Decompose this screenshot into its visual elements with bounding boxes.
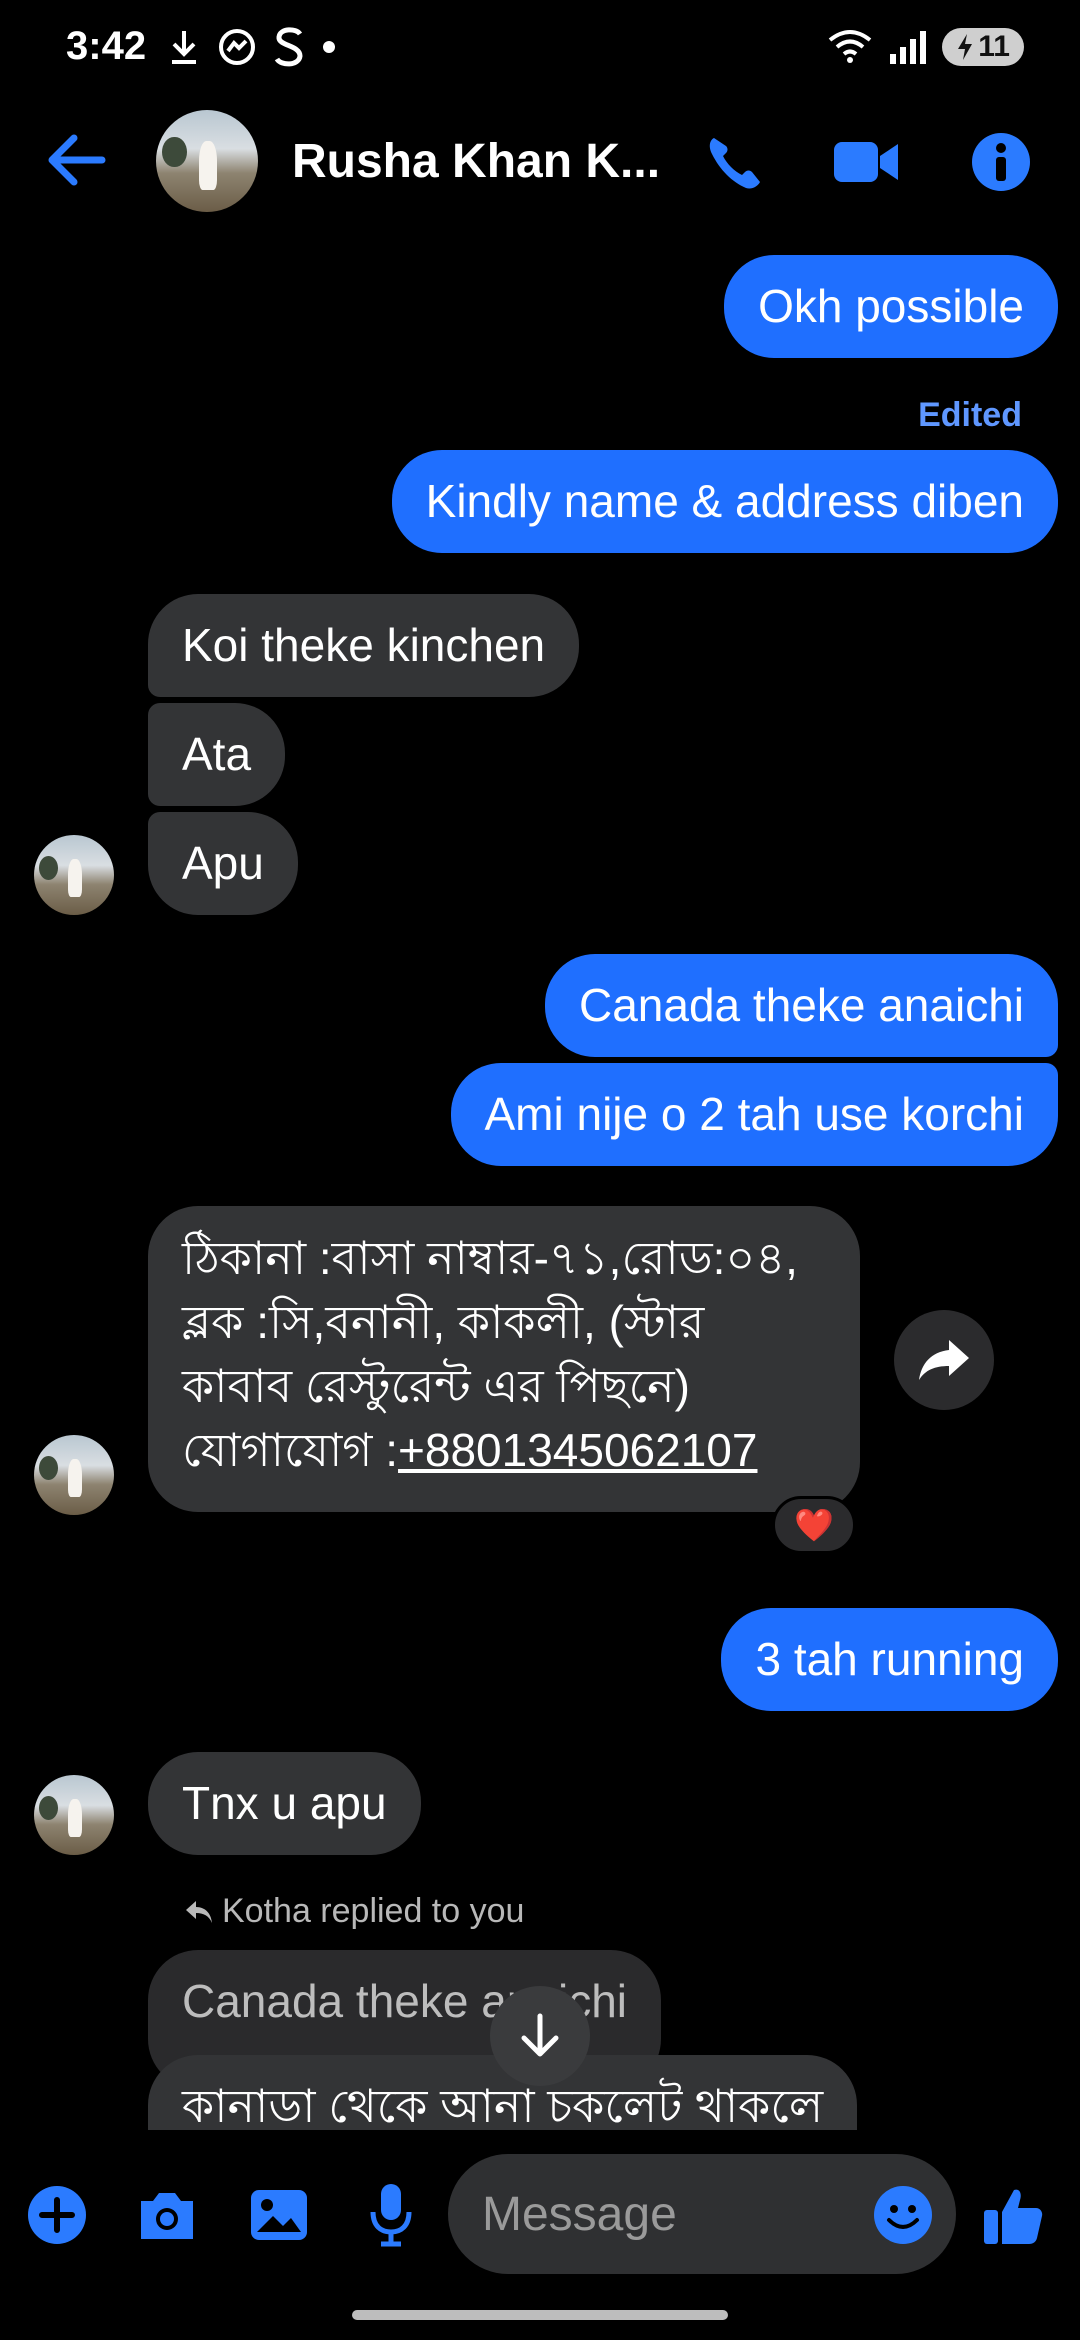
reply-label-text: Kotha replied to you (222, 1892, 525, 1930)
message-bubble-outgoing[interactable]: Kindly name & address diben (391, 450, 1058, 554)
address-line: কাবাব রেস্টুরেন্ট এর পিছনে) (182, 1360, 690, 1412)
microphone-icon[interactable] (358, 2182, 424, 2248)
message-bubble-incoming[interactable]: Tnx u apu (148, 1752, 421, 1856)
message-bubble-incoming[interactable]: Ata (148, 703, 286, 807)
forward-button[interactable] (894, 1310, 994, 1410)
status-time: 3:42 (66, 24, 147, 68)
home-indicator[interactable] (352, 2310, 728, 2320)
contact-name[interactable]: Rusha Khan K... (292, 134, 660, 189)
message-bubble-incoming[interactable]: Koi theke kinchen (148, 594, 580, 698)
message-list[interactable]: Okh possible Edited Kindly name & addres… (0, 220, 1080, 2130)
camera-icon[interactable] (134, 2182, 200, 2248)
phone-number-link[interactable]: +8801345062107 (398, 1424, 757, 1476)
reply-indicator: Kotha replied to you (184, 1892, 524, 1931)
download-icon (172, 31, 196, 64)
status-notification-icons (168, 26, 336, 68)
message-bubble-incoming[interactable]: Apu (148, 812, 298, 916)
message-bubble-outgoing[interactable]: Canada theke anaichi (545, 954, 1058, 1058)
address-line: ঠিকানা :বাসা নাম্বার-৭১,রোড:০৪, (182, 1232, 798, 1284)
back-arrow-icon[interactable] (44, 132, 108, 188)
contact-prefix: যোগাযোগ : (182, 1424, 399, 1476)
message-composer (0, 2150, 1080, 2280)
emoji-icon[interactable] (872, 2184, 934, 2246)
gallery-icon[interactable] (246, 2182, 312, 2248)
sender-avatar[interactable] (34, 1435, 114, 1515)
forward-arrow-icon (919, 1340, 969, 1380)
message-bubble-address[interactable]: ঠিকানা :বাসা নাম্বার-৭১,রোড:০৪, ব্লক :সি… (148, 1206, 860, 1512)
status-bar: 3:42 11 (0, 0, 1080, 100)
message-bubble-outgoing[interactable]: Okh possible (724, 255, 1058, 359)
signal-icon (890, 31, 927, 64)
scroll-to-bottom-button[interactable] (490, 1986, 590, 2086)
edited-label: Edited (918, 396, 1022, 434)
message-bubble-outgoing[interactable]: 3 tah running (721, 1608, 1058, 1712)
message-bubble-outgoing[interactable]: Ami nije o 2 tah use korchi (450, 1063, 1058, 1167)
sender-avatar[interactable] (34, 1775, 114, 1855)
info-icon[interactable] (966, 130, 1036, 194)
heart-reaction[interactable]: ❤️ (772, 1496, 856, 1554)
wifi-icon (829, 30, 872, 63)
battery-charging-icon: 11 (942, 28, 1024, 66)
battery-level: 11 (978, 30, 1010, 63)
plus-icon[interactable] (24, 2182, 90, 2248)
contact-line: যোগাযোগ :+8801345062107 (182, 1418, 826, 1482)
reply-arrow-icon (186, 1900, 212, 1923)
phone-icon[interactable] (700, 130, 770, 194)
video-camera-icon[interactable] (830, 130, 900, 194)
address-line: ব্লক :সি,বনানী, কাকলী, (স্টার (182, 1296, 705, 1348)
thumbs-up-icon[interactable] (980, 2182, 1046, 2248)
arrow-down-icon (521, 2013, 559, 2057)
sender-avatar[interactable] (34, 835, 114, 915)
dot-icon (323, 41, 335, 53)
contact-avatar[interactable] (156, 110, 258, 212)
messenger-icon (219, 29, 255, 65)
status-system-icons: 11 (826, 28, 1024, 66)
conversation-header: Rusha Khan K... (0, 110, 1080, 212)
s-app-icon (274, 27, 303, 67)
